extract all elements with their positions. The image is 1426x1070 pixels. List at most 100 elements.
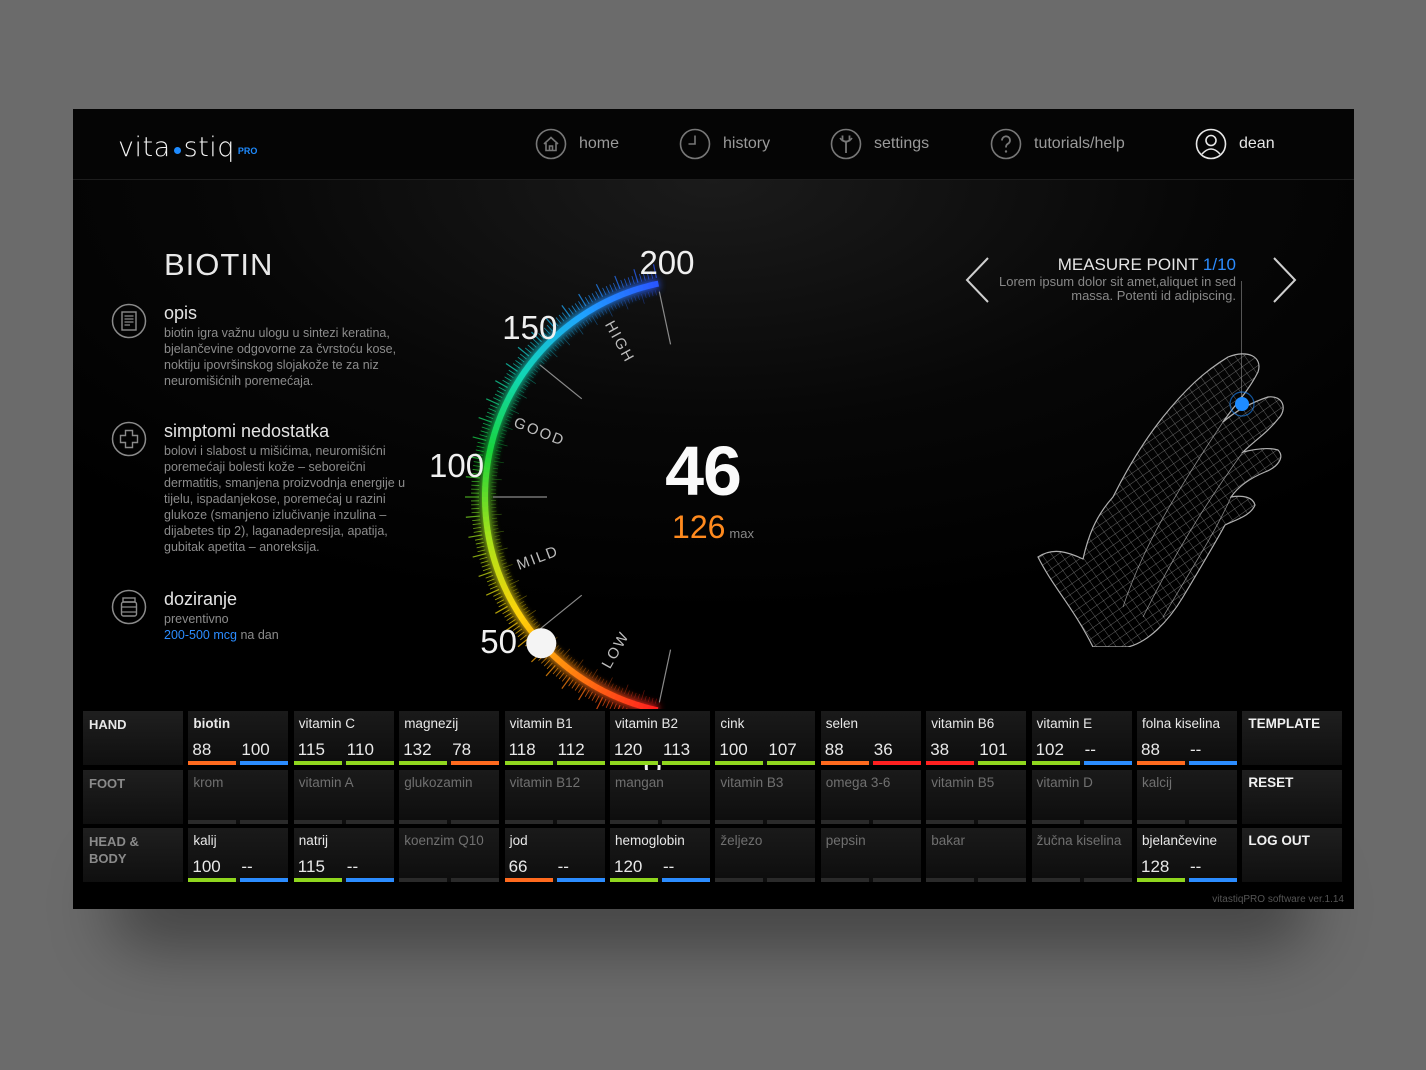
nutrient-cell[interactable]: jod 66 -- xyxy=(504,828,605,882)
nutrient-cell[interactable]: vitamin B6 38 101 xyxy=(926,711,1027,765)
nutrient-cell-value-1: 132 xyxy=(403,740,432,759)
gauge-tick xyxy=(519,353,527,360)
gauge-arc-segment xyxy=(586,679,595,689)
row-label[interactable]: HEAD & BODY xyxy=(83,828,183,882)
gauge-tick xyxy=(541,657,548,664)
nutrient-cell[interactable]: vitamin B2 120 113 xyxy=(610,711,710,765)
nutrient-cell[interactable]: kalij 100 -- xyxy=(188,828,289,882)
gauge-tick xyxy=(480,560,489,564)
gauge-inner-tick xyxy=(499,436,505,439)
nutrient-cell[interactable]: selen 88 36 xyxy=(820,711,921,765)
gauge-inner-tick xyxy=(500,559,506,562)
gauge-inner-tick xyxy=(585,319,590,325)
gauge-label-50: 50 xyxy=(480,623,517,661)
nutrient-cell[interactable]: pepsin xyxy=(820,828,921,882)
gauge-inner-tick xyxy=(503,564,513,569)
gauge-inner-tick xyxy=(521,603,527,608)
template-button[interactable]: TEMPLATE xyxy=(1242,711,1343,765)
gauge-tick xyxy=(627,277,632,286)
nutrient-cell[interactable]: glukozamin xyxy=(399,769,500,824)
gauge-inner-tick xyxy=(620,301,624,307)
gauge-needle-knob[interactable] xyxy=(526,628,557,659)
nutrient-cell-status-bar-2 xyxy=(556,878,605,882)
gauge-inner-tick xyxy=(540,360,545,365)
nutrient-cell[interactable]: vitamin B12 xyxy=(504,769,605,824)
gauge-inner-tick xyxy=(620,687,624,693)
gauge-inner-tick xyxy=(560,650,565,655)
reset-button[interactable]: RESET xyxy=(1242,769,1343,824)
nutrient-cell-name: bakar xyxy=(931,833,965,848)
gauge-inner-tick xyxy=(582,321,587,327)
nutrient-cell[interactable]: vitamin E 102 -- xyxy=(1031,711,1132,765)
nutrient-cell[interactable]: natrij 115 -- xyxy=(293,828,394,882)
gauge-inner-tick xyxy=(492,517,498,519)
prev-point-button[interactable] xyxy=(963,255,993,305)
gauge-inner-tick xyxy=(497,547,508,551)
nutrient-cell[interactable]: krom xyxy=(188,769,289,824)
nutrient-cell-status-bar-2 xyxy=(240,761,289,765)
nutrient-cell[interactable]: koenzim Q10 xyxy=(399,828,500,882)
nutrient-cell-status-bar-1 xyxy=(1031,761,1080,765)
gauge-inner-tick xyxy=(509,580,520,585)
gauge-tick xyxy=(515,360,523,366)
next-point-button[interactable] xyxy=(1269,255,1299,305)
row-label[interactable]: FOOT xyxy=(83,769,183,824)
gauge-arc-segment xyxy=(483,466,491,473)
gauge-inner-tick xyxy=(655,698,657,704)
nutrient-cell[interactable]: cink 100 107 xyxy=(715,711,816,765)
nutrient-cell-status-bar-2 xyxy=(345,878,394,882)
nutrient-cell[interactable]: vitamin B5 xyxy=(926,769,1027,824)
nutrient-cell[interactable]: žučna kiselina xyxy=(1031,828,1132,882)
gauge-inner-tick xyxy=(523,383,528,388)
gauge-inner-tick xyxy=(504,422,510,425)
nutrient-cell[interactable]: vitamin A xyxy=(293,769,394,824)
nutrient-cell[interactable]: mangan xyxy=(610,769,710,824)
gauge-arc-segment xyxy=(613,693,622,702)
nutrient-cell[interactable]: magnezij 132 78 xyxy=(399,711,500,765)
gauge-arc-segment xyxy=(525,361,534,370)
nutrient-cell[interactable]: hemoglobin 120 -- xyxy=(610,828,710,882)
nutrient-cell[interactable]: bjelančevine 128 -- xyxy=(1137,828,1237,882)
gauge-arc-segment xyxy=(496,572,504,581)
nutrient-cell-status-bar-1 xyxy=(820,878,869,882)
gauge-inner-tick xyxy=(533,368,539,373)
gauge-arc-segment xyxy=(551,653,560,662)
nutrient-cell[interactable]: folna kiselina 88 -- xyxy=(1137,711,1237,765)
nutrient-cell[interactable]: vitamin D xyxy=(1031,769,1132,824)
gauge-tick xyxy=(613,282,617,291)
nutrient-cell-value-1: 120 xyxy=(614,857,643,876)
nutrient-cell-value-2: 112 xyxy=(557,740,585,759)
gauge-tick xyxy=(517,356,525,363)
nutrient-cell-status-bar-1 xyxy=(820,819,869,824)
nutrient-cell[interactable]: vitamin B1 118 112 xyxy=(504,711,605,765)
nutrient-cell[interactable]: biotin 88 100 xyxy=(188,711,289,765)
log-out-button[interactable]: LOG OUT xyxy=(1242,828,1343,882)
nutrient-cell[interactable]: željezo xyxy=(715,828,816,882)
gauge-major-tick xyxy=(658,291,672,345)
nutrient-cell-status-bar-2 xyxy=(978,761,1027,765)
gauge-inner-tick xyxy=(651,291,654,297)
gauge-inner-tick xyxy=(634,692,637,698)
row-label[interactable]: HAND xyxy=(83,711,183,765)
measure-point-marker[interactable] xyxy=(1235,397,1249,411)
gauge-inner-tick xyxy=(529,374,534,379)
nutrient-cell[interactable]: kalcij xyxy=(1137,769,1237,824)
nutrient-cell-status-bar-2 xyxy=(767,878,816,882)
gauge-max: 126 max xyxy=(603,509,823,546)
gauge-inner-tick xyxy=(501,562,507,565)
nutrient-cell[interactable]: vitamin B3 xyxy=(715,769,816,824)
gauge-arc-segment xyxy=(596,300,605,309)
nutrient-cell[interactable]: vitamin C 115 110 xyxy=(293,711,394,765)
gauge-inner-tick xyxy=(494,460,504,464)
measure-point-label: MEASURE POINT xyxy=(1057,255,1203,274)
nutrient-cell-name: vitamin C xyxy=(298,716,356,731)
nutrient-cell-value-2: -- xyxy=(557,857,569,876)
gauge-inner-tick xyxy=(568,332,573,338)
gauge-inner-tick xyxy=(601,310,605,316)
nutrient-cell-name: pepsin xyxy=(825,833,866,848)
gauge-inner-tick xyxy=(501,429,507,432)
gauge-tick xyxy=(613,703,617,709)
nutrient-cell[interactable]: omega 3-6 xyxy=(820,769,921,824)
gauge-inner-tick xyxy=(598,676,602,682)
nutrient-cell[interactable]: bakar xyxy=(926,828,1027,882)
